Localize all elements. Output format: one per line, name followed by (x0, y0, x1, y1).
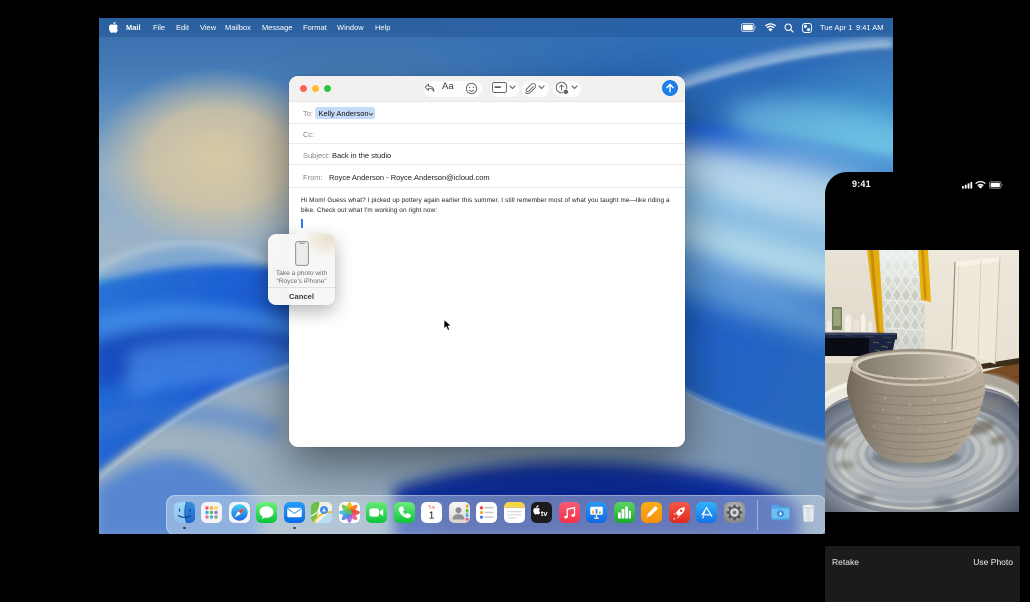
svg-text:tv: tv (541, 509, 548, 518)
svg-text:1: 1 (429, 510, 435, 522)
